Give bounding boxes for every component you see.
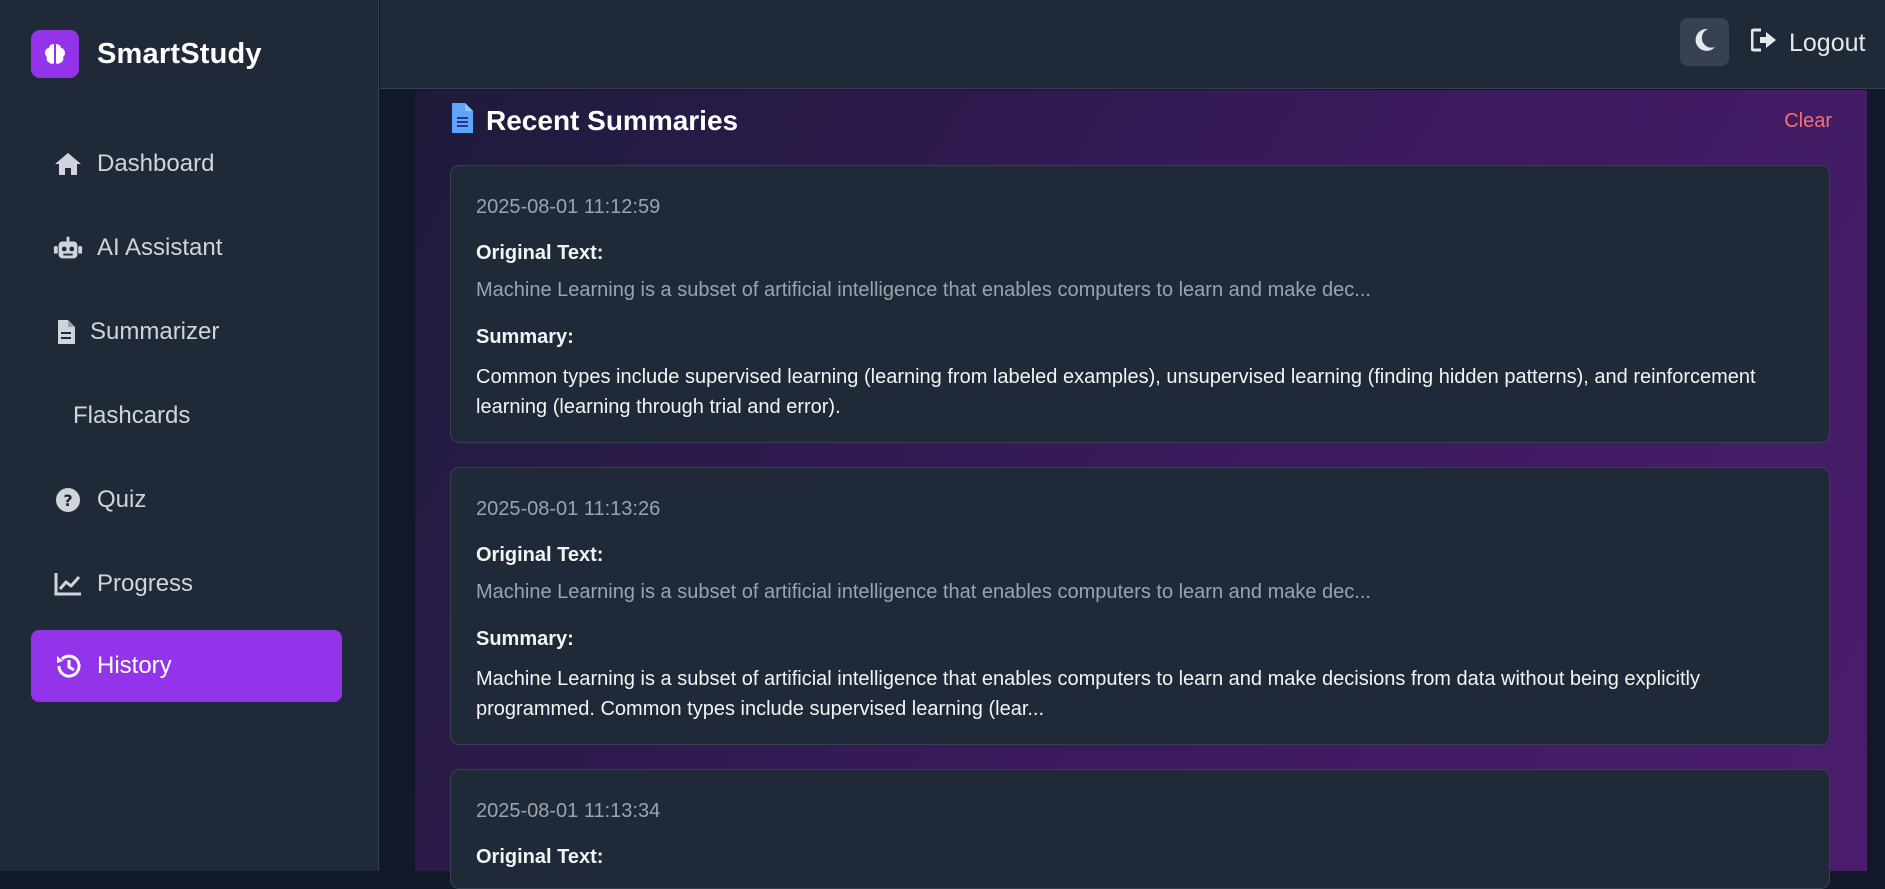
home-icon [53,149,83,179]
summary-card: 2025-08-01 11:13:34 Original Text: [450,769,1830,889]
clear-button[interactable]: Clear [1784,110,1832,133]
original-text-label: Original Text: [476,846,604,868]
sidebar-item-label: Progress [97,570,194,597]
brand-name: SmartStudy [97,37,262,70]
history-icon [53,651,83,681]
theme-toggle-button[interactable] [1680,18,1729,66]
sidebar: SmartStudy Dashboard AI Assistant Summar… [0,0,379,871]
section-title: Recent Summaries [486,104,739,136]
brand[interactable]: SmartStudy [31,30,262,78]
sidebar-item-quiz[interactable]: ? Quiz [31,464,342,536]
sign-out-icon [1750,28,1777,59]
sidebar-item-ai-assistant[interactable]: AI Assistant [31,212,342,284]
sidebar-item-label: Dashboard [97,150,215,177]
original-text: Machine Learning is a subset of artifici… [476,279,1371,301]
summary-label: Summary: [476,326,574,348]
sidebar-item-flashcards[interactable]: Flashcards [31,380,342,452]
logout-button[interactable]: Logout [1750,24,1866,62]
sidebar-item-progress[interactable]: Progress [31,548,342,620]
recent-summaries-panel: Recent Summaries Clear 2025-08-01 11:12:… [415,90,1867,889]
main-content: Recent Summaries Clear 2025-08-01 11:12:… [380,90,1885,889]
logout-label: Logout [1789,28,1866,57]
brain-icon [31,30,79,78]
original-text: Machine Learning is a subset of artifici… [476,581,1371,603]
sidebar-item-dashboard[interactable]: Dashboard [31,128,342,200]
moon-icon [1694,28,1716,57]
summary-card: 2025-08-01 11:13:26 Original Text: Machi… [450,467,1830,745]
timestamp: 2025-08-01 11:13:34 [476,800,661,822]
summary-label: Summary: [476,628,574,650]
sidebar-item-history[interactable]: History [31,630,342,702]
sidebar-item-label: Flashcards [73,402,191,429]
section-header: Recent Summaries [450,102,738,139]
question-circle-icon: ? [53,485,83,515]
file-icon [51,317,81,347]
svg-text:?: ? [63,491,72,510]
summary-text: Common types include supervised learning… [476,366,1756,418]
top-bar [380,0,1885,89]
original-text-label: Original Text: [476,242,604,264]
sidebar-item-label: AI Assistant [97,234,223,261]
sidebar-item-label: Quiz [97,486,147,513]
sidebar-item-summarizer[interactable]: Summarizer [31,296,342,368]
sidebar-item-label: Summarizer [90,318,220,345]
robot-icon [53,233,83,263]
timestamp: 2025-08-01 11:12:59 [476,196,661,218]
chart-line-icon [53,569,83,599]
summary-card: 2025-08-01 11:12:59 Original Text: Machi… [450,165,1830,443]
timestamp: 2025-08-01 11:13:26 [476,498,661,520]
file-icon [450,102,474,139]
sidebar-item-label: History [97,652,172,679]
summary-text: Machine Learning is a subset of artifici… [476,668,1701,720]
original-text-label: Original Text: [476,544,604,566]
